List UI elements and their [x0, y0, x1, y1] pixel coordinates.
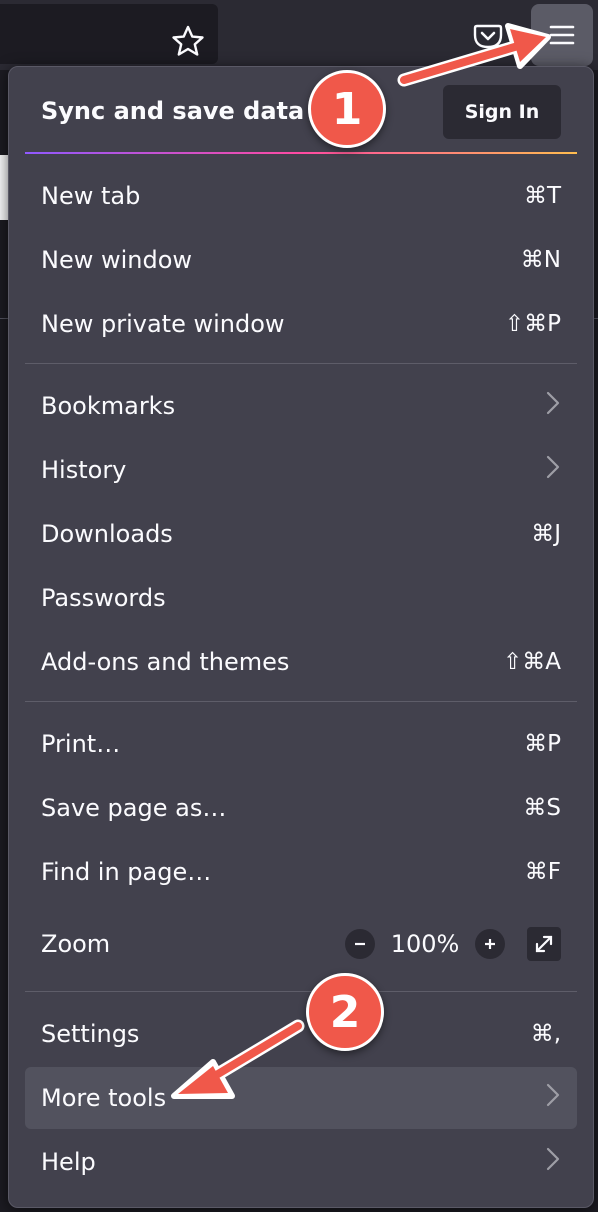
menu-item-settings[interactable]: Settings ⌘, — [25, 1003, 577, 1065]
menu-item-label: Print… — [41, 730, 121, 758]
menu-item-print[interactable]: Print… ⌘P — [25, 713, 577, 775]
menu-item-new-private-window[interactable]: New private window ⇧⌘P — [25, 293, 577, 355]
menu-item-label: New tab — [41, 182, 141, 210]
sync-title: Sync and save data — [41, 97, 305, 125]
menu-item-label: Settings — [41, 1020, 140, 1048]
menu-item-shortcut: ⌘, — [530, 1021, 561, 1047]
sync-divider — [25, 152, 577, 154]
sign-in-button[interactable]: Sign In — [443, 85, 561, 139]
fullscreen-icon[interactable] — [527, 927, 561, 961]
menu-item-label: New window — [41, 246, 193, 274]
pocket-icon[interactable] — [470, 18, 506, 54]
step-2-badge: 2 — [306, 973, 384, 1051]
menu-item-shortcut: ⌘T — [523, 183, 561, 209]
chevron-right-icon — [545, 453, 561, 487]
menu-item-label: Help — [41, 1148, 96, 1176]
menu-item-find-in-page[interactable]: Find in page… ⌘F — [25, 841, 577, 903]
menu-item-new-tab[interactable]: New tab ⌘T — [25, 165, 577, 227]
zoom-controls: 100% — [345, 927, 561, 961]
menu-item-label: Add-ons and themes — [41, 648, 290, 676]
menu-item-downloads[interactable]: Downloads ⌘J — [25, 503, 577, 565]
menu-item-shortcut: ⇧⌘P — [504, 311, 561, 337]
zoom-reset-button[interactable]: 100% — [375, 930, 475, 958]
menu-item-shortcut: ⌘S — [523, 795, 561, 821]
menu-item-label: Bookmarks — [41, 392, 176, 420]
menu-item-shortcut: ⌘J — [531, 521, 561, 547]
app-menu-panel: Sync and save data Sign In New tab ⌘T Ne… — [8, 66, 594, 1208]
menu-item-shortcut: ⌘N — [520, 247, 561, 273]
menu-separator — [25, 991, 577, 992]
menu-item-label: New private window — [41, 310, 285, 338]
menu-item-label: History — [41, 456, 127, 484]
menu-item-label: Downloads — [41, 520, 173, 548]
menu-item-shortcut: ⌘F — [524, 859, 561, 885]
zoom-in-button[interactable] — [475, 929, 505, 959]
menu-item-help[interactable]: Help — [25, 1131, 577, 1193]
menu-item-passwords[interactable]: Passwords — [25, 567, 577, 629]
menu-item-shortcut: ⇧⌘A — [502, 649, 561, 675]
menu-item-label: Find in page… — [41, 858, 212, 886]
menu-item-add-ons-and-themes[interactable]: Add-ons and themes ⇧⌘A — [25, 631, 577, 693]
menu-item-more-tools[interactable]: More tools — [25, 1067, 577, 1129]
browser-toolbar — [0, 0, 598, 70]
menu-separator — [25, 701, 577, 702]
chevron-right-icon — [545, 1145, 561, 1179]
menu-item-save-page-as[interactable]: Save page as… ⌘S — [25, 777, 577, 839]
chevron-right-icon — [545, 1081, 561, 1115]
menu-item-history[interactable]: History — [25, 439, 577, 501]
zoom-out-button[interactable] — [345, 929, 375, 959]
star-icon[interactable] — [168, 22, 208, 62]
menu-item-bookmarks[interactable]: Bookmarks — [25, 375, 577, 437]
menu-separator — [25, 363, 577, 364]
step-1-badge: 1 — [308, 70, 386, 148]
menu-item-label: More tools — [41, 1084, 167, 1112]
url-bar[interactable] — [0, 4, 218, 64]
zoom-label: Zoom — [41, 930, 111, 958]
menu-item-zoom: Zoom 100% — [25, 913, 577, 975]
menu-item-label: Passwords — [41, 584, 166, 612]
hamburger-menu-icon[interactable] — [531, 4, 593, 66]
menu-item-new-window[interactable]: New window ⌘N — [25, 229, 577, 291]
menu-item-label: Save page as… — [41, 794, 227, 822]
chevron-right-icon — [545, 389, 561, 423]
menu-item-shortcut: ⌘P — [524, 731, 561, 757]
